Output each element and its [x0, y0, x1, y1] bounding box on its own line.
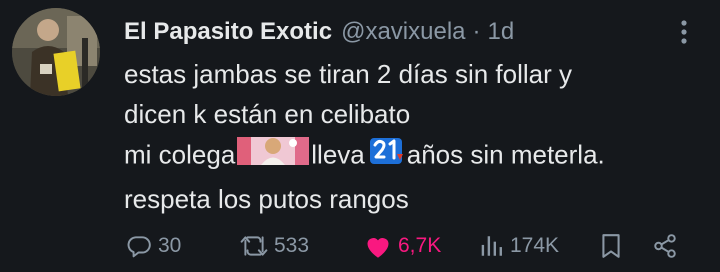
- reply-icon: [127, 236, 151, 258]
- avatar-image: [12, 8, 100, 96]
- bookmark-button[interactable]: [600, 226, 622, 266]
- number-21-emoji-image: [369, 138, 403, 164]
- face-emoji-image: [237, 137, 310, 165]
- tweet-line-3-part-2: lleva: [311, 139, 365, 170]
- separator-dot: ·: [472, 18, 481, 45]
- more-vertical-icon: [681, 20, 687, 44]
- heart-icon: [367, 238, 389, 258]
- tweet-line-3-part-3: años sin meterla.: [406, 139, 605, 170]
- tweet-line-1: estas jambas se tiran 2 días sin follar …: [124, 59, 572, 89]
- bookmark-icon: [602, 234, 620, 258]
- views-icon: [481, 236, 502, 256]
- repost-button[interactable]: 533: [240, 226, 309, 266]
- user-handle[interactable]: @xavixuela: [341, 18, 465, 46]
- reply-button[interactable]: 30: [126, 226, 181, 266]
- share-button[interactable]: [652, 226, 678, 266]
- repost-count: 533: [274, 234, 310, 257]
- face-emoji: [237, 134, 310, 179]
- reply-count: 30: [158, 234, 182, 257]
- tweet-line-4: respeta los putos rangos: [124, 184, 409, 214]
- like-button[interactable]: 6,7K: [364, 226, 441, 266]
- views-count: 174K: [510, 234, 560, 257]
- tweet-header: El Papasito Exotic @xavixuela · 1d: [124, 14, 514, 50]
- more-options-button[interactable]: [672, 14, 696, 50]
- views-button[interactable]: 174K: [480, 226, 559, 266]
- tweet-text: estas jambas se tiran 2 días sin follar …: [124, 54, 704, 219]
- number-21-emoji: [367, 134, 405, 179]
- share-icon: [654, 234, 676, 258]
- tweet-line-2: dicen k están en celibato: [124, 99, 411, 129]
- tweet: El Papasito Exotic @xavixuela · 1d estas…: [0, 0, 720, 272]
- avatar[interactable]: [12, 8, 100, 96]
- tweet-line-3-part-1: mi colega: [124, 139, 236, 170]
- timestamp[interactable]: 1d: [488, 18, 515, 46]
- repost-icon: [240, 236, 268, 256]
- tweet-line-3: mi colega lleva años sin meterla.: [124, 134, 704, 179]
- display-name[interactable]: El Papasito Exotic: [124, 18, 332, 46]
- like-count: 6,7K: [398, 234, 442, 257]
